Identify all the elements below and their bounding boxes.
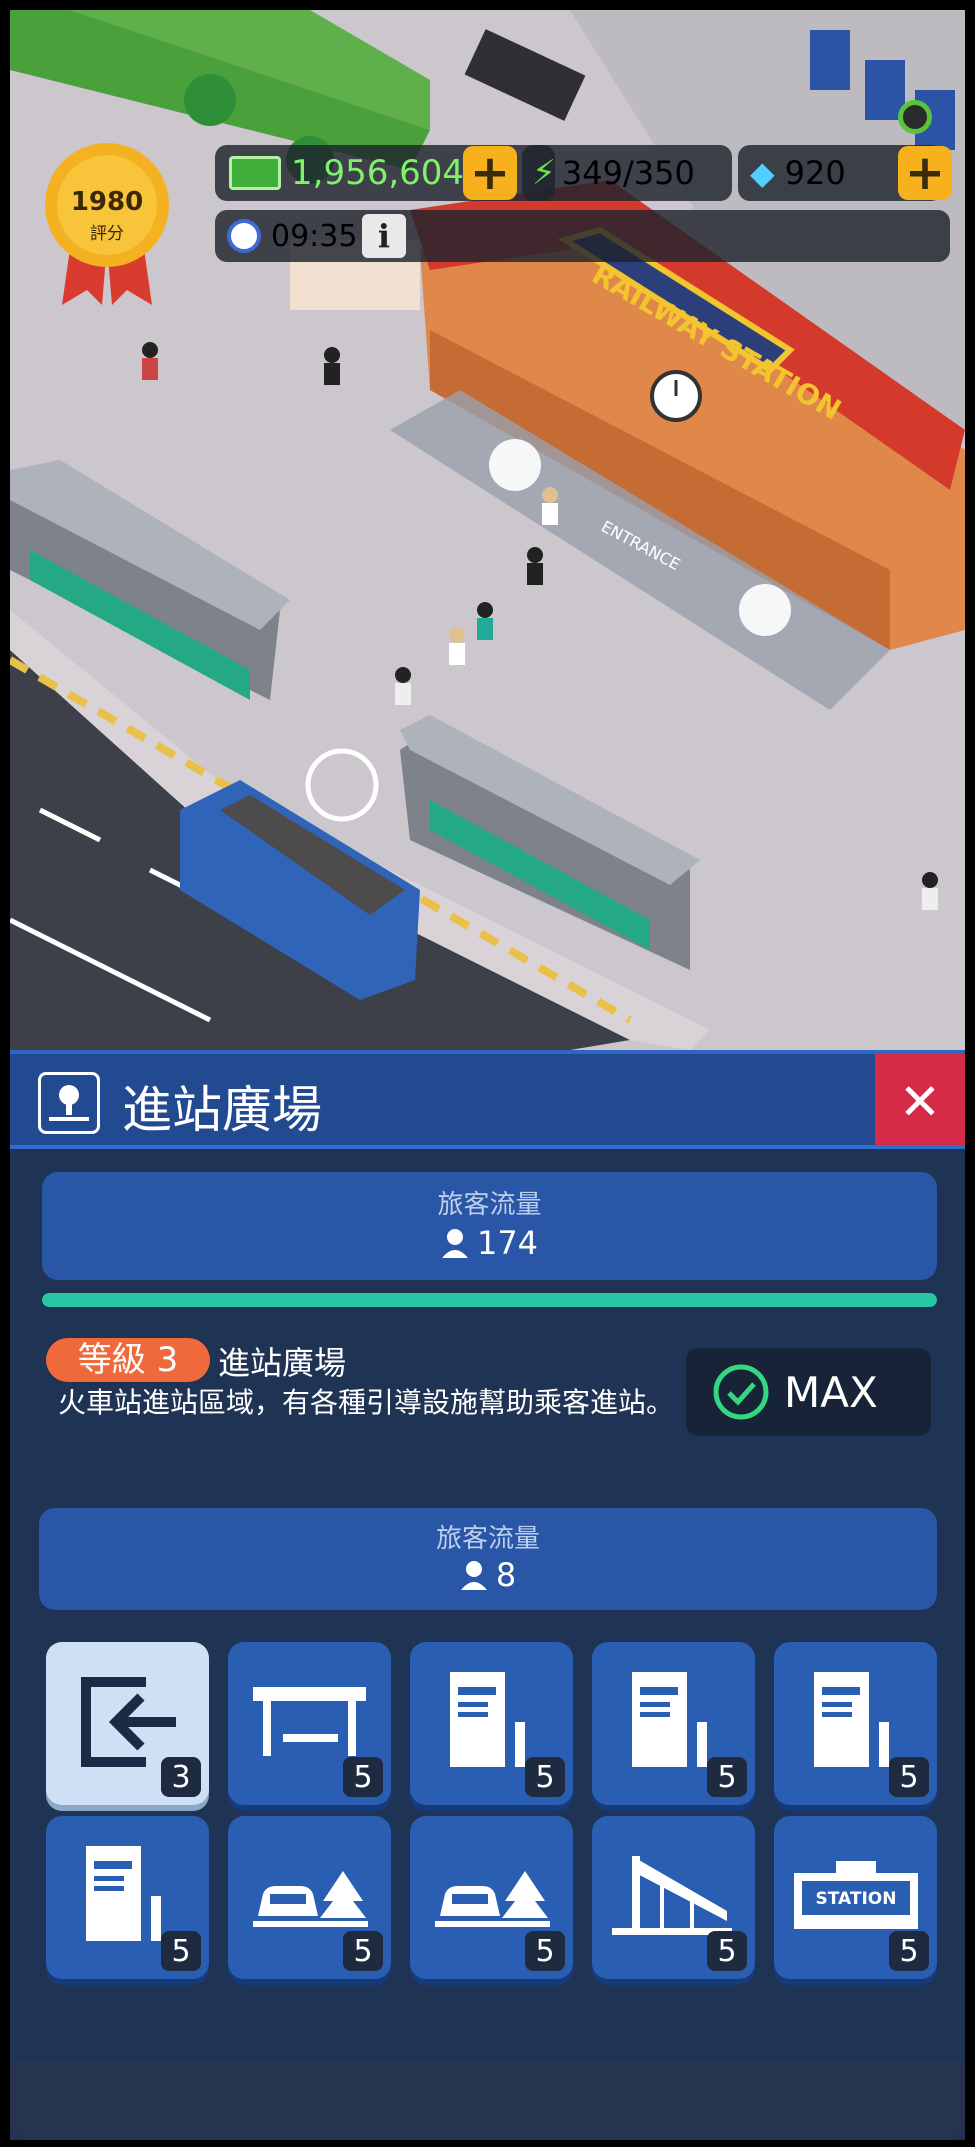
tile-level: 5 — [707, 1757, 747, 1797]
tile-level: 3 — [161, 1757, 201, 1797]
facility-description: 火車站進站區域，有各種引導設施幫助乘客進站。 — [58, 1386, 675, 1419]
plaza-tree-icon — [38, 1072, 100, 1134]
cash-icon — [229, 156, 281, 190]
diamond-icon: ◆ — [750, 154, 775, 192]
sub-traffic-label: 旅客流量 — [435, 1524, 540, 1554]
upgrade-tile-parking-2[interactable]: 5 — [410, 1816, 573, 1979]
facility-panel: 進站廣場 ✕ 旅客流量 174 等級 3 進站廣場 火車站進站區域，有各種引導設… — [10, 1050, 965, 2140]
add-cash-button[interactable]: + — [463, 145, 517, 201]
upgrade-tile-ticket-2[interactable]: 5 — [592, 1642, 755, 1805]
panel-footer — [10, 2060, 965, 2140]
time-display: 09:35 — [215, 210, 950, 262]
energy-display: ⚡ 349/350 — [522, 145, 732, 201]
location-marker-icon[interactable] — [898, 100, 932, 134]
traffic-label: 旅客流量 — [437, 1190, 542, 1220]
panel-header: 進站廣場 ✕ — [10, 1050, 965, 1149]
clock-icon — [227, 219, 261, 253]
progress-fill — [42, 1293, 937, 1307]
energy-value: 349/350 — [561, 154, 695, 192]
gems-value: 920 — [784, 154, 846, 192]
header-divider — [10, 1145, 965, 1149]
tile-level: 5 — [343, 1931, 383, 1971]
sub-traffic-value-row: 8 — [39, 1556, 937, 1594]
rating-value: 1980 — [70, 187, 144, 217]
close-button[interactable]: ✕ — [875, 1054, 965, 1149]
time-value: 09:35 — [271, 218, 358, 254]
tile-level: 5 — [343, 1757, 383, 1797]
game-scene[interactable]: RAILWAY STATION ENTRANCE 1980 評分 1,956,6… — [10, 10, 965, 1050]
close-icon: ✕ — [899, 1072, 941, 1131]
upgrade-tile-ticket-4[interactable]: 5 — [46, 1816, 209, 1979]
tile-level: 5 — [707, 1931, 747, 1971]
tile-level: 5 — [889, 1931, 929, 1971]
progress-bar — [42, 1293, 937, 1307]
person-icon — [460, 1560, 488, 1590]
rating-label: 評分 — [90, 224, 124, 244]
level-badge: 等級 3 — [46, 1338, 210, 1382]
max-level-button[interactable]: MAX — [686, 1348, 931, 1436]
cash-value: 1,956,604 — [291, 153, 465, 193]
traffic-value-row: 174 — [42, 1224, 937, 1262]
upgrade-tile-parking-1[interactable]: 5 — [228, 1816, 391, 1979]
upgrade-tile-shelter[interactable]: 5 — [228, 1642, 391, 1805]
max-label: MAX — [784, 1367, 878, 1417]
upgrade-tile-ticket-1[interactable]: 5 — [410, 1642, 573, 1805]
upgrade-tile-ticket-3[interactable]: 5 — [774, 1642, 937, 1805]
add-gems-button[interactable]: + — [898, 145, 952, 201]
sub-traffic-box: 旅客流量 8 — [39, 1508, 937, 1610]
upgrade-tile-canopy[interactable]: 5 — [592, 1816, 755, 1979]
check-circle-icon — [712, 1363, 770, 1421]
svg-text:STATION: STATION — [816, 1889, 897, 1909]
person-icon — [441, 1228, 469, 1258]
tile-level: 5 — [889, 1757, 929, 1797]
info-button[interactable]: i — [362, 214, 406, 258]
sub-traffic-value: 8 — [495, 1556, 517, 1594]
tile-level: 5 — [161, 1931, 201, 1971]
upgrade-tile-station-sign[interactable]: STATION 5 — [774, 1816, 937, 1979]
traffic-box: 旅客流量 174 — [42, 1172, 937, 1280]
panel-title: 進站廣場 — [122, 1081, 322, 1139]
tile-level: 5 — [525, 1931, 565, 1971]
traffic-value: 174 — [476, 1224, 539, 1262]
upgrade-tile-entrance[interactable]: 3 — [46, 1642, 209, 1805]
rating-badge[interactable]: 1980 評分 — [42, 135, 172, 305]
lightning-icon: ⚡ — [532, 153, 556, 193]
facility-name: 進站廣場 — [218, 1344, 347, 1382]
tile-level: 5 — [525, 1757, 565, 1797]
